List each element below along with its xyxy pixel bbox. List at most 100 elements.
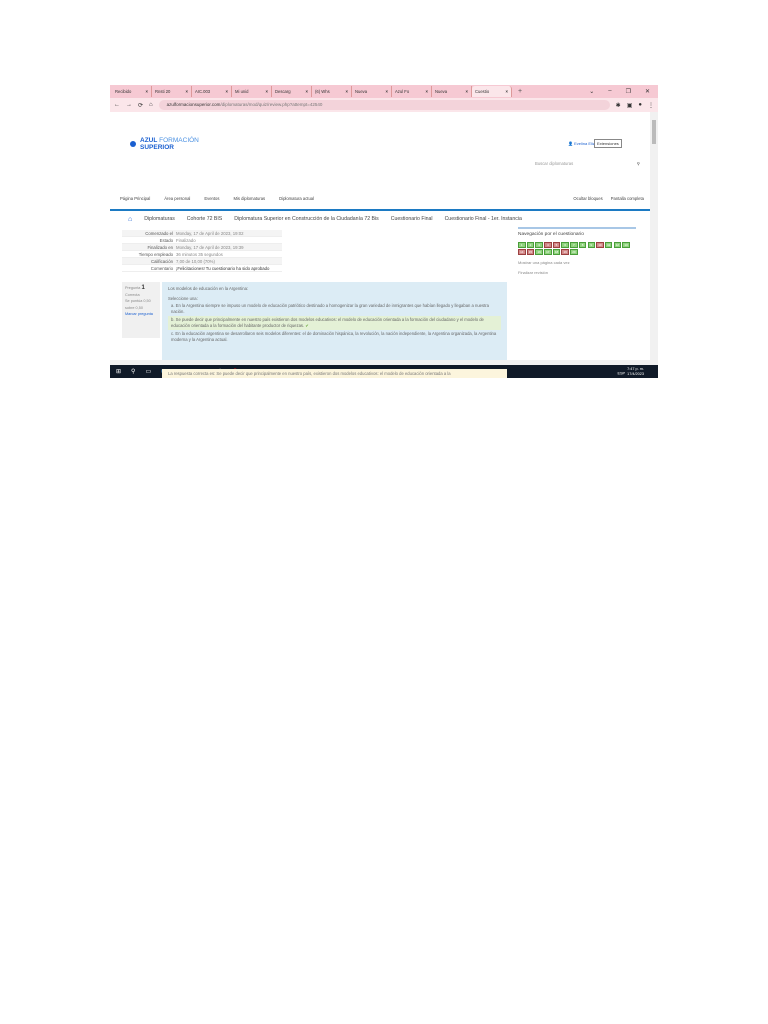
- close-tab-icon[interactable]: ×: [506, 89, 508, 94]
- search-icon[interactable]: ⚲: [637, 161, 640, 166]
- question-nav-button[interactable]: 2: [526, 242, 535, 248]
- profile-avatar[interactable]: ●: [638, 102, 642, 108]
- language-indicator[interactable]: ESP: [617, 372, 625, 376]
- question-nav-button[interactable]: 13: [622, 242, 630, 248]
- breadcrumb-item[interactable]: Diplomatura Superior en Construcción de …: [234, 216, 378, 223]
- breadcrumb-item[interactable]: Diplomaturas: [144, 216, 175, 223]
- question-nav-button[interactable]: 12: [613, 242, 622, 248]
- answer-option[interactable]: a. En la Argentina siempre se impuso un …: [168, 302, 501, 316]
- question-nav-button[interactable]: 9: [587, 242, 595, 248]
- browser-tab[interactable]: Recibido ×: [112, 86, 152, 97]
- breadcrumb-item[interactable]: Cohorte 72 BIS: [187, 216, 222, 223]
- task-view-icon[interactable]: ▭: [145, 368, 151, 375]
- close-tab-icon[interactable]: ×: [466, 89, 468, 94]
- new-tab-button[interactable]: +: [518, 88, 522, 95]
- summary-row: Tiempo empleado 36 minutos 35 segundos: [122, 251, 282, 258]
- extensions-icon[interactable]: ✱: [616, 102, 621, 109]
- question-nav-button[interactable]: 3: [535, 242, 543, 248]
- close-tab-icon[interactable]: ×: [386, 89, 388, 94]
- window-controls: ⌄ – ❐ ✕: [589, 88, 658, 95]
- question-nav-button[interactable]: 4: [544, 242, 552, 248]
- close-tab-icon[interactable]: ×: [226, 89, 228, 94]
- breadcrumb-item[interactable]: Cuestionario Final - 1er. Instancia: [445, 216, 522, 223]
- breadcrumb-item[interactable]: Cuestionario Final: [391, 216, 433, 223]
- close-tab-icon[interactable]: ×: [266, 89, 268, 94]
- close-tab-icon[interactable]: ×: [426, 89, 428, 94]
- search-icon[interactable]: ⚲: [131, 368, 135, 375]
- url-input[interactable]: azulformacionsuperior.com/diplomaturas/m…: [158, 100, 610, 110]
- tab-title: Mi unid: [235, 89, 249, 94]
- tab-title: (6) Whs: [315, 89, 330, 94]
- summary-value: Monday, 17 de April de 2023, 19:02: [176, 231, 244, 236]
- browser-tab[interactable]: Rnsti 20 ×: [152, 86, 192, 97]
- search-placeholder: Buscar diplomaturas: [535, 161, 574, 166]
- start-icon[interactable]: ⊞: [116, 368, 121, 375]
- tooltip: Extensiones: [594, 139, 622, 148]
- browser-tab[interactable]: Nueva ×: [352, 86, 392, 97]
- question-nav-button[interactable]: 6: [561, 242, 569, 248]
- answer-option[interactable]: c. En la educación argentina se desarrol…: [168, 330, 501, 344]
- browser-tab[interactable]: Mi unid ×: [232, 86, 272, 97]
- question-nav-button[interactable]: 7: [570, 242, 578, 248]
- question-nav-button[interactable]: 11: [604, 242, 613, 248]
- sidebar-icon[interactable]: ▣: [627, 102, 633, 109]
- summary-value: Finalizado: [176, 238, 196, 243]
- close-window-icon[interactable]: ✕: [645, 88, 650, 95]
- show-one-page-link[interactable]: Mostrar una página cada vez: [518, 260, 636, 265]
- menu-item-my-diplomas[interactable]: Mis diplomaturas: [233, 196, 265, 201]
- answer-option-correct[interactable]: b. Se puede decir que principalmente en …: [168, 316, 501, 330]
- close-tab-icon[interactable]: ×: [346, 89, 348, 94]
- fullscreen-button[interactable]: Pantalla completa: [611, 196, 644, 201]
- search-input[interactable]: Buscar diplomaturas ⚲: [535, 161, 640, 166]
- finish-review-link[interactable]: Finalizar revisión: [518, 270, 636, 275]
- home-icon[interactable]: ⌂: [128, 216, 132, 223]
- menu-item-area[interactable]: Área personal: [164, 196, 190, 201]
- tab-title: Recibido: [115, 89, 132, 94]
- web-page: 👤 Evelina Elizabeth Lo Extensiones AZUL …: [110, 112, 658, 378]
- close-tab-icon[interactable]: ×: [306, 89, 308, 94]
- tab-search-icon[interactable]: ⌄: [589, 88, 594, 95]
- browser-tab[interactable]: (6) Whs ×: [312, 86, 352, 97]
- summary-key: Tiempo empleado: [138, 252, 173, 257]
- scroll-thumb[interactable]: [652, 120, 656, 144]
- question-nav-button[interactable]: 18: [552, 249, 561, 256]
- hide-blocks-button[interactable]: Ocultar bloques: [573, 196, 602, 201]
- browser-tab[interactable]: Nueva ×: [432, 86, 472, 97]
- minimize-icon[interactable]: –: [608, 88, 611, 95]
- question-nav-button[interactable]: 5: [552, 242, 561, 248]
- question-nav-button[interactable]: 19: [561, 249, 569, 256]
- reload-icon[interactable]: ⟳: [138, 102, 143, 109]
- back-icon[interactable]: ←: [114, 102, 120, 108]
- logo-mark: [130, 141, 136, 147]
- forward-icon[interactable]: →: [126, 102, 132, 108]
- browser-tab[interactable]: AIC.003 ×: [192, 86, 232, 97]
- question-nav-button[interactable]: 1: [518, 242, 526, 248]
- menu-item-events[interactable]: Eventos: [204, 196, 219, 201]
- menu-item-current[interactable]: Diplomatura actual: [279, 196, 314, 201]
- question-nav-button[interactable]: 15: [526, 249, 535, 256]
- browser-tab[interactable]: Azul Fo ×: [392, 86, 432, 97]
- home-icon[interactable]: ⌂: [149, 102, 153, 108]
- question-nav-button[interactable]: 20: [570, 249, 578, 256]
- tab-title: Rnsti 20: [155, 89, 171, 94]
- logo-text-2: FORMACIÓN: [157, 137, 199, 144]
- flag-question-link[interactable]: Marcar pregunta: [125, 311, 157, 318]
- question-nav-button[interactable]: 17: [544, 249, 552, 256]
- browser-tab[interactable]: Cuestio ×: [472, 86, 512, 97]
- menu-item-home[interactable]: Página Principal: [120, 196, 150, 201]
- browser-tab[interactable]: Descarg ×: [272, 86, 312, 97]
- question-nav-button[interactable]: 16: [535, 249, 543, 256]
- site-logo[interactable]: AZUL FORMACIÓN SUPERIOR: [130, 137, 199, 151]
- menu-icon[interactable]: ⋮: [648, 102, 654, 109]
- quiz-nav-buttons: 1 2 3 4 5 6 7 8 9 10 11 12 13 14 15 16 17 18 19 20: [518, 242, 630, 256]
- system-tray[interactable]: ESP 7:47 p. m. 17/4/2023: [617, 367, 658, 376]
- close-tab-icon[interactable]: ×: [186, 89, 188, 94]
- question-nav-button[interactable]: 14: [518, 249, 526, 256]
- close-tab-icon[interactable]: ×: [146, 89, 148, 94]
- clock-time: 7:47 p. m.: [627, 367, 644, 371]
- question-nav-button[interactable]: 10: [596, 242, 604, 248]
- horizontal-scrollbar[interactable]: [110, 360, 658, 365]
- question-nav-button[interactable]: 8: [578, 242, 587, 248]
- vertical-scrollbar[interactable]: [650, 112, 658, 365]
- restore-icon[interactable]: ❐: [626, 88, 631, 95]
